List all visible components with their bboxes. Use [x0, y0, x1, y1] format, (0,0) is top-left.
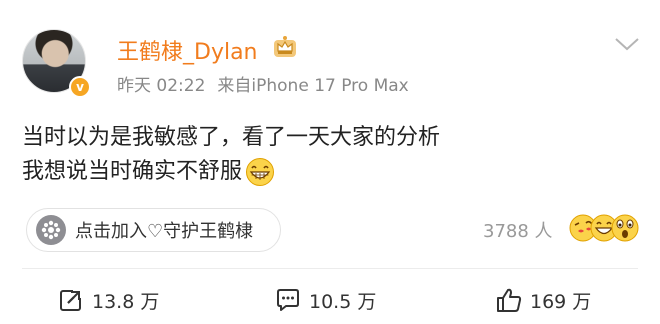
post-text-line: 当时以为是我敏感了，看了一天大家的分析: [22, 121, 440, 155]
verified-badge: v: [69, 76, 91, 98]
comment-button[interactable]: 10.5 万: [275, 285, 376, 315]
surprised-emoji: [611, 214, 639, 242]
post-text: 当时以为是我敏感了，看了一天大家的分析: [22, 125, 441, 150]
guard-label: 点击加入♡守护王鹤棣: [75, 221, 254, 242]
post-text-line: 我想说当时确实不舒服: [22, 155, 440, 189]
comment-count: 10.5 万: [309, 290, 377, 313]
like-icon: [497, 288, 522, 312]
like-count: 169 万: [530, 290, 592, 313]
repost-button[interactable]: 13.8 万: [58, 285, 159, 315]
post-time: 昨天 02:22: [117, 76, 206, 96]
guard-button[interactable]: 点击加入♡守护王鹤棣: [26, 208, 281, 252]
comment-icon: [277, 289, 299, 311]
post-content: 当时以为是我敏感了，看了一天大家的分析 我想说当时确实不舒服: [22, 121, 440, 189]
repost-count: 13.8 万: [92, 290, 160, 313]
weibo-post: v 王鹤棣_Dylan 昨天 02:22 来自iPhone 17 Pro Max …: [0, 0, 660, 324]
crown-icon[interactable]: [272, 35, 298, 59]
avatar[interactable]: v: [22, 29, 91, 98]
divider: [22, 268, 638, 269]
like-button[interactable]: 169 万: [496, 285, 591, 315]
post-source: 来自iPhone 17 Pro Max: [217, 76, 409, 96]
username[interactable]: 王鹤棣_Dylan: [117, 34, 258, 66]
reaction-emojis[interactable]: [568, 213, 640, 243]
grin-emoji: [246, 158, 275, 186]
guard-icon: [36, 215, 66, 245]
post-meta: 昨天 02:22 来自iPhone 17 Pro Max: [117, 71, 421, 96]
post-text: 我想说当时确实不舒服: [22, 159, 243, 184]
reaction-count[interactable]: 3788 人: [483, 217, 553, 243]
repost-icon: [60, 288, 83, 311]
chevron-down-icon[interactable]: [614, 36, 640, 52]
